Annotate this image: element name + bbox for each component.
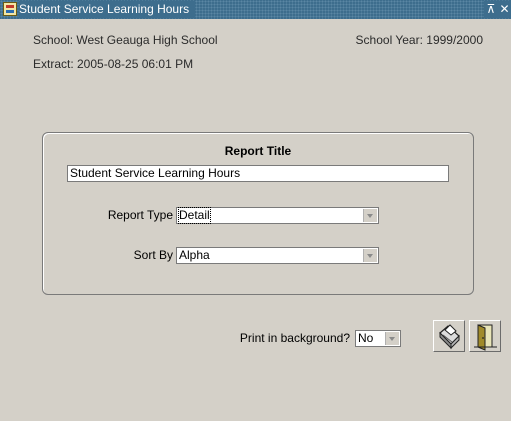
- printer-icon: [439, 324, 460, 350]
- close-button[interactable]: ✕: [498, 1, 511, 18]
- chevron-down-icon[interactable]: [385, 332, 399, 345]
- exit-door-icon: [474, 324, 497, 351]
- report-type-select[interactable]: Detail: [176, 207, 379, 224]
- extract-label: Extract: 2005-08-25 06:01 PM: [33, 57, 194, 71]
- app-icon: [3, 2, 17, 16]
- chevron-down-icon[interactable]: [363, 249, 377, 262]
- sort-by-select[interactable]: Alpha: [176, 247, 379, 264]
- restore-button[interactable]: ⊼: [484, 1, 498, 18]
- chevron-down-icon[interactable]: [363, 209, 377, 222]
- print-background-value: No: [358, 331, 374, 345]
- print-button[interactable]: [433, 320, 465, 352]
- school-label: School: West Geauga High School: [33, 33, 218, 47]
- window-title: Student Service Learning Hours: [19, 1, 196, 18]
- print-background-select[interactable]: No: [355, 330, 401, 347]
- report-options-frame: Report Title Student Service Learning Ho…: [42, 132, 474, 295]
- sort-by-label: Sort By: [133, 248, 173, 262]
- sort-by-value: Alpha: [179, 248, 210, 262]
- report-title-input[interactable]: Student Service Learning Hours: [67, 165, 449, 182]
- print-background-label: Print in background?: [239, 331, 350, 345]
- school-year-label: School Year: 1999/2000: [355, 33, 483, 47]
- window-content: School: West Geauga High School School Y…: [0, 19, 511, 421]
- report-window: Student Service Learning Hours ⊼ ✕ Schoo…: [0, 0, 511, 421]
- report-type-value: Detail: [178, 207, 211, 224]
- title-bar[interactable]: Student Service Learning Hours ⊼ ✕: [0, 0, 511, 19]
- report-type-label: Report Type: [107, 208, 173, 222]
- report-title-label: Report Title: [224, 144, 292, 158]
- exit-button[interactable]: [469, 320, 501, 352]
